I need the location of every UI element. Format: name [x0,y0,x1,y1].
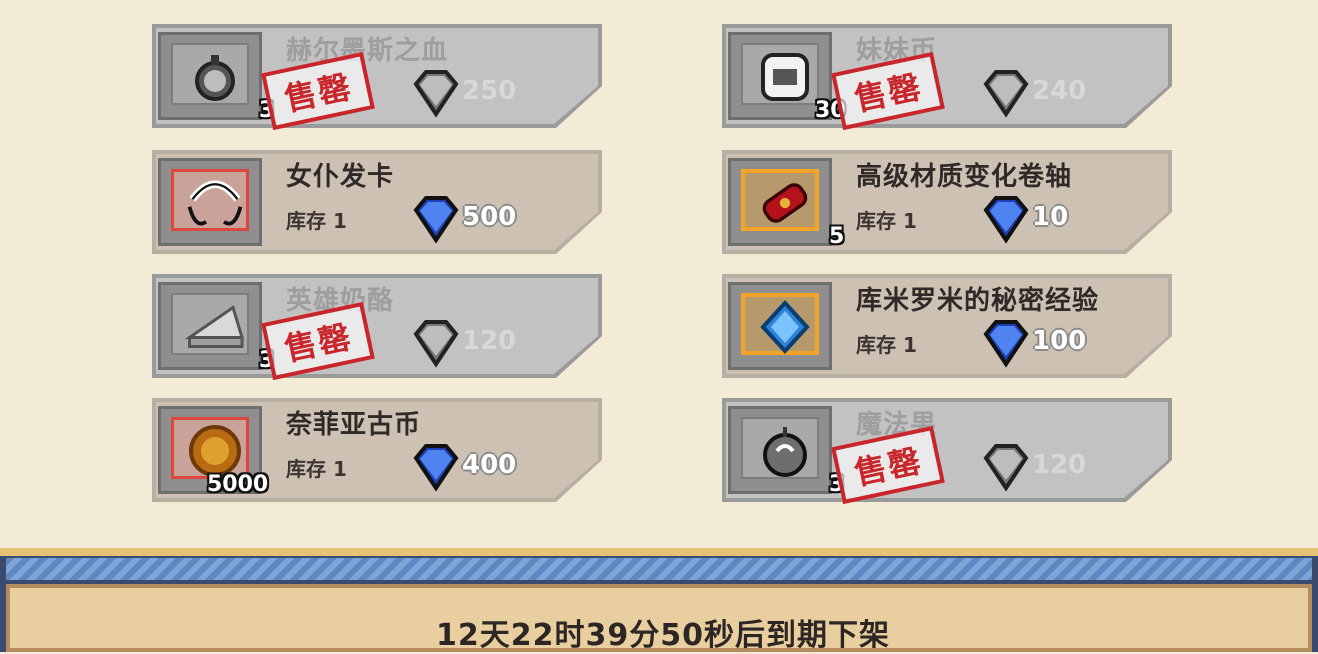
item-name: 库米罗米的秘密经验 [856,286,1100,316]
item-name: 奈菲亚古币 [286,410,422,440]
item-stock: 库存 1 [856,209,917,233]
item-slot [728,282,832,370]
item-slot: 3 [728,406,844,497]
shop-item-card[interactable]: 3 英雄奶酪 120 售罄 [152,274,602,381]
item-slot: 3 [158,32,274,123]
item-price: 120 [462,326,517,356]
sold-out-label: 售罄 [851,67,926,119]
shop-item-card[interactable]: 30 妹妹币 240 售罄 [722,24,1172,131]
shop-item-card[interactable]: 5 高级材质变化卷轴 库存 1 10 [722,150,1172,254]
diamond-blue-icon [408,442,464,492]
potion-flask-icon [185,49,245,105]
blue-crystal-icon [755,299,815,355]
item-stock: 库存 1 [286,457,347,481]
diamond-blue-icon [408,194,464,244]
shop-item-card[interactable]: 3 赫尔墨斯之血 250 售罄 [152,24,602,131]
sold-out-label: 售罄 [281,317,356,369]
item-price: 500 [462,202,517,232]
red-scroll-icon [755,175,815,231]
diamond-gray-icon [408,318,464,368]
shop-item-card[interactable]: 3 魔法果 120 售罄 [722,398,1172,505]
item-name: 女仆发卡 [286,162,395,192]
footer-pattern [6,558,1312,580]
item-name: 赫尔墨斯之血 [286,36,449,66]
item-slot [158,158,262,246]
item-price: 10 [1032,202,1069,232]
item-price: 120 [1032,450,1087,480]
item-price: 250 [462,76,517,106]
item-slot: 3 [158,282,274,373]
shop-item-card[interactable]: 5000 奈菲亚古币 库存 1 400 [152,398,602,502]
item-slot: 5000 [158,406,268,497]
expiry-bar: 12天22时39分50秒后到期下架 [6,584,1312,653]
gold-coin-icon [185,423,245,479]
item-slot: 30 [728,32,846,123]
diamond-gray-icon [978,442,1034,492]
item-slot: 5 [728,158,844,249]
maid-headband-icon [185,175,245,231]
expiry-countdown: 12天22时39分50秒后到期下架 [436,618,890,653]
item-price: 100 [1032,326,1087,356]
sister-coin-icon [755,49,815,105]
diamond-gray-icon [408,68,464,118]
shop-item-card[interactable]: 库米罗米的秘密经验 库存 1 100 [722,274,1172,378]
footer-banner: 12天22时39分50秒后到期下架 [0,548,1318,653]
item-stock: 库存 1 [286,209,347,233]
item-price: 400 [462,450,517,480]
magic-fruit-icon [755,423,815,479]
diamond-blue-icon [978,318,1034,368]
item-name: 高级材质变化卷轴 [856,162,1073,192]
item-quantity: 5000 [207,472,269,497]
item-price: 240 [1032,76,1087,106]
shop-grid: 3 赫尔墨斯之血 250 售罄 女仆发卡 库存 1 500 3 英雄奶酪 120… [0,0,1318,540]
cheese-icon [185,299,245,355]
shop-item-card[interactable]: 女仆发卡 库存 1 500 [152,150,602,254]
diamond-blue-icon [978,194,1034,244]
sold-out-label: 售罄 [851,441,926,493]
item-stock: 库存 1 [856,333,917,357]
footer-top-border [0,548,1318,556]
item-quantity: 5 [829,224,845,249]
diamond-gray-icon [978,68,1034,118]
sold-out-label: 售罄 [281,67,356,119]
